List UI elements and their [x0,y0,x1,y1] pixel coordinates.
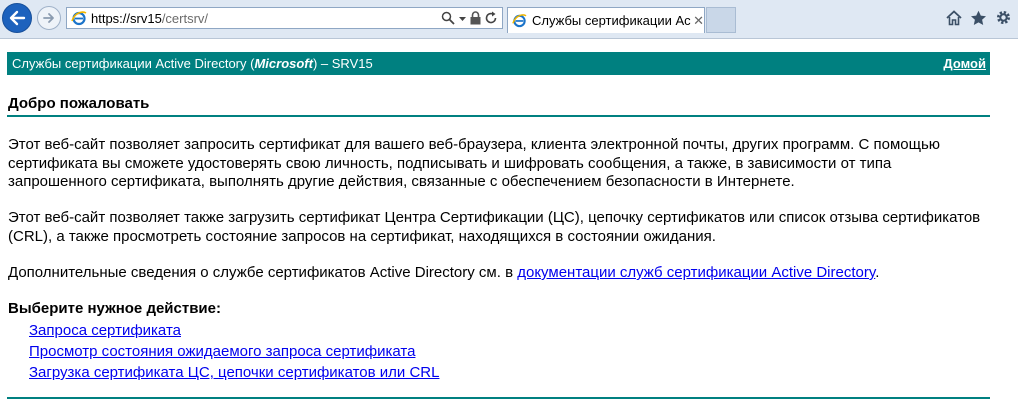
docs-link[interactable]: документации служб сертификации Active D… [517,264,875,281]
url-host: https://srv15 [91,10,162,26]
forward-button[interactable] [37,6,61,30]
search-icon[interactable] [441,11,455,25]
dropdown-arrow-icon[interactable] [459,11,466,25]
gear-icon[interactable] [995,9,1012,26]
title-divider [7,115,990,117]
favorites-star-icon[interactable] [970,10,987,26]
paragraph3-prefix: Дополнительные сведения о службе сертифи… [8,264,518,281]
ie-tab-logo-icon [512,13,527,28]
arrow-left-icon [9,10,26,26]
action-list: Запроса сертификата Просмотр состояния о… [29,320,439,383]
tab-title: Службы сертификации Ac... [532,13,692,28]
page-header-title: Службы сертификации Active Directory (Mi… [12,56,373,71]
page-title: Добро пожаловать [8,95,150,112]
home-icon[interactable] [946,9,962,26]
bottom-divider [7,397,990,399]
view-pending-request-link[interactable]: Просмотр состояния ожидаемого запроса се… [29,341,439,362]
choose-action-heading: Выберите нужное действие: [8,300,221,317]
header-title-brand: Microsoft [254,56,313,71]
paragraph3-suffix: . [875,264,880,281]
intro-paragraph-3: Дополнительные сведения о службе сертифи… [8,264,993,283]
home-link[interactable]: Домой [943,56,986,71]
address-bar[interactable]: https://srv15/certsrv/ [66,7,503,29]
intro-paragraph-2: Этот веб-сайт позволяет также загрузить … [8,209,981,245]
page-header-bar: Службы сертификации Active Directory (Mi… [7,52,990,75]
ie-logo-icon [71,10,87,26]
arrow-right-icon [43,13,54,23]
download-ca-certificate-link[interactable]: Загрузка сертификата ЦС, цепочки сертифи… [29,362,439,383]
header-title-prefix: Службы сертификации Active Directory ( [12,56,255,71]
intro-paragraph-1: Этот веб-сайт позволяет запросить сертиф… [8,136,941,190]
lock-icon[interactable] [470,11,481,25]
header-title-suffix: ) – SRV15 [312,56,373,71]
new-tab-button[interactable] [706,7,736,33]
tab-close-icon[interactable]: ✕ [693,13,704,29]
browser-toolbar: https://srv15/certsrv/ Службы сертификац… [0,0,1018,39]
back-button[interactable] [2,3,32,33]
refresh-icon[interactable] [485,11,498,25]
request-certificate-link[interactable]: Запроса сертификата [29,320,439,341]
url-path: /certsrv/ [161,10,209,26]
tab-active[interactable]: Службы сертификации Ac... ✕ [507,7,705,33]
